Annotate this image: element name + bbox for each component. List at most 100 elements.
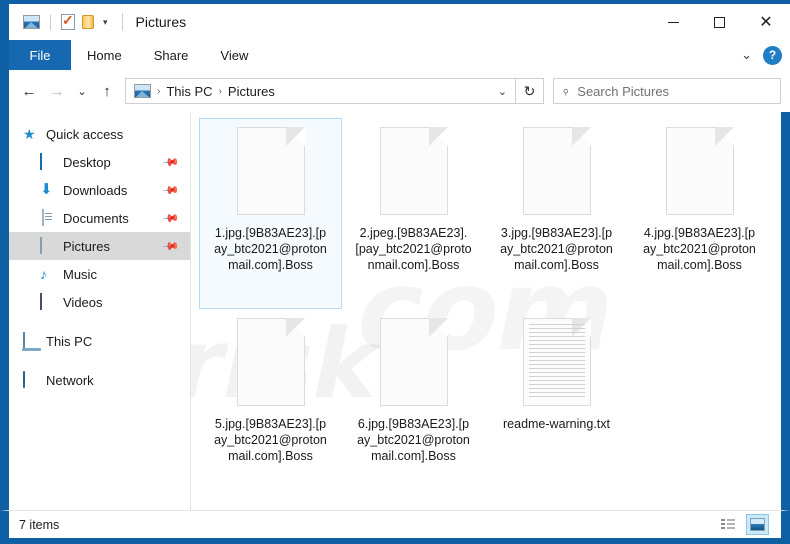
- explorer-body: ★ Quick access Desktop 📌 ⬇ Downloads 📌 D…: [0, 112, 790, 510]
- sidebar-item-music[interactable]: ♪ Music: [9, 260, 190, 288]
- file-name: 6.jpg.[9B83AE23].[pay_btc2021@protonmail…: [357, 417, 470, 463]
- blank-file-icon: [522, 127, 591, 215]
- file-item[interactable]: readme-warning.txt: [485, 309, 628, 500]
- address-bar: ← → ⌄ ↑ › This PC › Pictures ⌄ ↻ ⌕ Searc…: [0, 70, 790, 112]
- close-button[interactable]: ✕: [742, 4, 790, 40]
- search-icon: ⌕: [557, 82, 574, 99]
- navigation-pane: ★ Quick access Desktop 📌 ⬇ Downloads 📌 D…: [9, 112, 190, 510]
- file-item[interactable]: 4.jpg.[9B83AE23].[pay_btc2021@protonmail…: [628, 118, 771, 309]
- pictures-icon[interactable]: [23, 15, 40, 29]
- breadcrumb-item-this-pc[interactable]: This PC: [166, 84, 212, 99]
- quick-access-toolbar: ▾: [23, 4, 110, 40]
- item-count: 7 items: [19, 517, 60, 532]
- sidebar-item-label: Network: [46, 372, 94, 388]
- file-list-pane[interactable]: com risk 1.jpg.[9B83AE23].[pay_btc2021@p…: [190, 112, 781, 510]
- status-bar: 7 items: [0, 510, 790, 544]
- file-item[interactable]: 6.jpg.[9B83AE23].[pay_btc2021@protonmail…: [342, 309, 485, 500]
- file-name: 5.jpg.[9B83AE23].[pay_btc2021@protonmail…: [214, 417, 327, 463]
- sidebar-item-label: Pictures: [63, 238, 110, 254]
- file-name: 3.jpg.[9B83AE23].[pay_btc2021@protonmail…: [500, 226, 613, 272]
- pin-icon[interactable]: 📌: [162, 181, 181, 199]
- file-item[interactable]: 2.jpeg.[9B83AE23].[pay_btc2021@protonmai…: [342, 118, 485, 309]
- breadcrumb-separator: ›: [218, 85, 222, 97]
- star-icon: ★: [23, 126, 36, 142]
- text-lines: [528, 324, 585, 400]
- music-icon: ♪: [40, 266, 47, 282]
- text-file-icon: [522, 318, 591, 406]
- maximize-button[interactable]: [696, 4, 742, 40]
- minimize-button[interactable]: [650, 4, 696, 40]
- file-item[interactable]: 1.jpg.[9B83AE23].[pay_btc2021@protonmail…: [199, 118, 342, 309]
- pin-icon[interactable]: 📌: [162, 209, 181, 227]
- sidebar-item-network[interactable]: Network: [9, 366, 190, 394]
- downloads-icon: ⬇: [40, 181, 53, 198]
- tab-view[interactable]: View: [204, 40, 264, 70]
- large-icons-view-button[interactable]: [746, 514, 769, 535]
- file-name: 4.jpg.[9B83AE23].[pay_btc2021@protonmail…: [643, 226, 756, 272]
- window-controls: ✕: [650, 4, 790, 40]
- sidebar-item-quick-access[interactable]: ★ Quick access: [9, 120, 190, 148]
- forward-button[interactable]: →: [43, 77, 71, 105]
- large-icons-view-icon: [750, 518, 765, 531]
- properties-icon[interactable]: [61, 12, 75, 30]
- sidebar-item-label: Desktop: [63, 154, 111, 170]
- refresh-button[interactable]: ↻: [516, 78, 544, 104]
- network-icon: [23, 371, 25, 388]
- breadcrumb[interactable]: › This PC › Pictures ⌄: [125, 78, 516, 104]
- toolbar-divider: [50, 14, 51, 30]
- pictures-icon: [40, 237, 42, 254]
- videos-icon: [40, 293, 42, 310]
- back-button[interactable]: ←: [15, 77, 43, 105]
- search-box[interactable]: ⌕ Search Pictures: [553, 78, 781, 104]
- ribbon-tabs: File Home Share View ⌄ ?: [0, 40, 790, 70]
- recent-locations-button[interactable]: ⌄: [71, 77, 93, 105]
- this-pc-icon: [23, 332, 25, 349]
- search-placeholder: Search Pictures: [577, 83, 670, 99]
- sidebar-item-label: Music: [63, 266, 97, 282]
- breadcrumb-item-pictures[interactable]: Pictures: [228, 84, 275, 99]
- file-grid: 1.jpg.[9B83AE23].[pay_btc2021@protonmail…: [191, 112, 781, 500]
- sidebar-item-pictures[interactable]: Pictures 📌: [9, 232, 190, 260]
- blank-file-icon: [379, 318, 448, 406]
- pin-icon[interactable]: 📌: [162, 237, 181, 255]
- tab-file[interactable]: File: [9, 40, 71, 70]
- new-folder-icon[interactable]: [82, 15, 94, 29]
- details-view-button[interactable]: [716, 514, 739, 535]
- title-bar: ▾ Pictures ✕: [0, 0, 790, 40]
- window-title: Pictures: [121, 13, 186, 31]
- file-name: 2.jpeg.[9B83AE23].[pay_btc2021@protonmai…: [355, 226, 472, 272]
- view-mode-buttons: [716, 514, 769, 535]
- sidebar-item-videos[interactable]: Videos: [9, 288, 190, 316]
- blank-file-icon: [236, 127, 305, 215]
- details-view-icon: [720, 519, 735, 530]
- file-explorer-window: ▾ Pictures ✕ File Home Share View ⌄ ? ← …: [0, 0, 790, 544]
- sidebar-item-label: Quick access: [46, 126, 124, 142]
- sidebar-item-downloads[interactable]: ⬇ Downloads 📌: [9, 176, 190, 204]
- chevron-down-icon[interactable]: ⌄: [741, 47, 752, 63]
- ribbon-right-controls: ⌄ ?: [741, 40, 782, 70]
- sidebar-item-label: This PC: [46, 333, 93, 349]
- sidebar-item-label: Videos: [63, 294, 103, 310]
- sidebar-item-desktop[interactable]: Desktop 📌: [9, 148, 190, 176]
- breadcrumb-pictures-icon: [134, 84, 151, 98]
- up-button[interactable]: ↑: [93, 77, 121, 105]
- breadcrumb-dropdown-icon[interactable]: ⌄: [498, 85, 507, 98]
- pin-icon[interactable]: 📌: [162, 153, 181, 171]
- desktop-icon: [40, 153, 42, 170]
- blank-file-icon: [236, 318, 305, 406]
- sidebar-item-label: Documents: [63, 210, 129, 226]
- customize-chevron-icon[interactable]: ▾: [101, 17, 110, 28]
- help-icon[interactable]: ?: [763, 45, 782, 65]
- documents-icon: [42, 209, 44, 226]
- file-item[interactable]: 3.jpg.[9B83AE23].[pay_btc2021@protonmail…: [485, 118, 628, 309]
- breadcrumb-separator: ›: [157, 85, 161, 97]
- file-name: 1.jpg.[9B83AE23].[pay_btc2021@protonmail…: [214, 226, 327, 272]
- sidebar-item-this-pc[interactable]: This PC: [9, 327, 190, 355]
- file-item[interactable]: 5.jpg.[9B83AE23].[pay_btc2021@protonmail…: [199, 309, 342, 500]
- sidebar-item-label: Downloads: [63, 182, 128, 198]
- file-name: readme-warning.txt: [503, 417, 610, 431]
- blank-file-icon: [379, 127, 448, 215]
- tab-home[interactable]: Home: [71, 40, 138, 70]
- sidebar-item-documents[interactable]: Documents 📌: [9, 204, 190, 232]
- tab-share[interactable]: Share: [138, 40, 205, 70]
